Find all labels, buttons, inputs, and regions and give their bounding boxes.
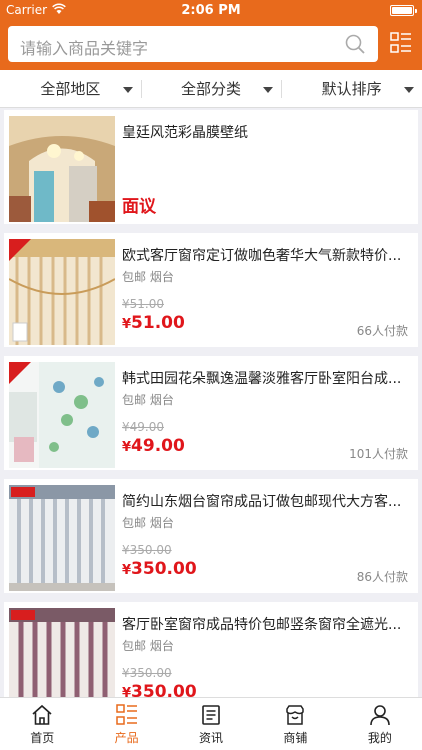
sales-count: 66人付款	[356, 324, 408, 338]
product-tags: 包邮 烟台	[122, 516, 174, 530]
tab-label: 我的	[367, 731, 392, 745]
product-title: 简约山东烟台窗帘成品订做包邮现代大方客...	[122, 494, 402, 510]
price-value: 49.00	[131, 436, 185, 456]
currency-symbol: ¥	[122, 317, 132, 332]
product-title: 客厅卧室窗帘成品特价包邮竖条窗帘全遮光...	[122, 617, 402, 633]
product-price: ¥51.00	[122, 313, 185, 333]
currency-symbol: ¥	[122, 686, 132, 697]
tab-home[interactable]: 首页	[0, 698, 84, 750]
product-image	[9, 116, 115, 222]
filter-category[interactable]: 全部分类	[140, 70, 282, 107]
filter-label: 默认排序	[321, 80, 382, 98]
tab-label: 首页	[30, 731, 55, 745]
product-image	[9, 362, 115, 468]
battery-icon	[390, 5, 417, 16]
tab-shops[interactable]: 商铺	[253, 698, 337, 750]
product-image	[9, 608, 115, 697]
filter-region[interactable]: 全部地区	[0, 70, 141, 107]
home-icon	[32, 704, 52, 725]
caret-down-icon	[122, 87, 133, 93]
caret-down-icon	[263, 87, 274, 93]
original-price: ¥51.00	[122, 297, 164, 311]
product-title: 欧式客厅窗帘定订做咖色奢华大气新款特价...	[122, 248, 402, 264]
price-value: 350.00	[131, 682, 197, 697]
price-value: 350.00	[131, 559, 197, 579]
product-title: 皇廷风范彩晶膜壁纸	[122, 125, 248, 141]
tab-mine[interactable]: 我的	[338, 698, 422, 750]
product-card[interactable]: 皇廷风范彩晶膜壁纸 面议	[4, 110, 418, 224]
shop-icon	[286, 705, 305, 725]
currency-symbol: ¥	[122, 563, 132, 578]
tab-bar: 首页 产品 资讯 商铺 我的	[0, 697, 422, 750]
top-bar: Carrier 2:06 PM 请输入商品关键字	[0, 0, 422, 70]
product-card[interactable]: 简约山东烟台窗帘成品订做包邮现代大方客... 包邮 烟台 ¥350.00 ¥35…	[4, 479, 418, 593]
product-card[interactable]: 韩式田园花朵飘逸温馨淡雅客厅卧室阳台成... 包邮 烟台 ¥49.00 ¥49.…	[4, 356, 418, 470]
category-menu-icon[interactable]	[390, 32, 412, 54]
clock: 2:06 PM	[181, 3, 241, 18]
tab-news[interactable]: 资讯	[169, 698, 253, 750]
product-tags: 包邮 烟台	[122, 270, 174, 284]
tab-label: 产品	[114, 731, 139, 745]
original-price: ¥49.00	[122, 420, 164, 434]
product-card[interactable]: 客厅卧室窗帘成品特价包邮竖条窗帘全遮光... 包邮 烟台 ¥350.00 ¥35…	[4, 602, 418, 697]
status-bar: Carrier 2:06 PM	[0, 0, 422, 22]
user-icon	[370, 705, 390, 726]
product-list: 皇廷风范彩晶膜壁纸 面议 欧式客厅窗帘定订做咖色奢华大气新款特价... 包邮 烟…	[0, 109, 422, 697]
caret-down-icon	[404, 87, 415, 93]
search-input[interactable]: 请输入商品关键字	[8, 26, 378, 62]
product-price: 面议	[122, 197, 156, 217]
filter-label: 全部地区	[40, 80, 101, 98]
product-tags: 包邮 烟台	[122, 393, 174, 407]
sales-count: 101人付款	[349, 447, 408, 461]
product-price: ¥49.00	[122, 436, 185, 456]
currency-symbol: ¥	[122, 440, 132, 455]
list-icon	[115, 704, 137, 725]
news-icon	[202, 705, 220, 725]
product-image	[9, 485, 115, 591]
product-price: ¥350.00	[122, 559, 197, 579]
product-title: 韩式田园花朵飘逸温馨淡雅客厅卧室阳台成...	[122, 371, 402, 387]
product-card[interactable]: 欧式客厅窗帘定订做咖色奢华大气新款特价... 包邮 烟台 ¥51.00 ¥51.…	[4, 233, 418, 347]
product-price: ¥350.00	[122, 682, 197, 697]
tab-label: 商铺	[283, 731, 308, 745]
product-image	[9, 239, 115, 345]
tab-label: 资讯	[199, 731, 224, 745]
original-price: ¥350.00	[122, 543, 172, 557]
tab-products[interactable]: 产品	[84, 698, 168, 750]
search-placeholder: 请输入商品关键字	[20, 39, 149, 58]
filter-sort[interactable]: 默认排序	[281, 70, 422, 107]
price-value: 51.00	[131, 313, 185, 333]
original-price: ¥350.00	[122, 666, 172, 680]
product-tags: 包邮 烟台	[122, 639, 174, 653]
filter-bar: 全部地区 全部分类 默认排序	[0, 70, 422, 108]
search-icon[interactable]	[344, 33, 366, 55]
sales-count: 86人付款	[356, 570, 408, 584]
filter-label: 全部分类	[181, 80, 242, 98]
